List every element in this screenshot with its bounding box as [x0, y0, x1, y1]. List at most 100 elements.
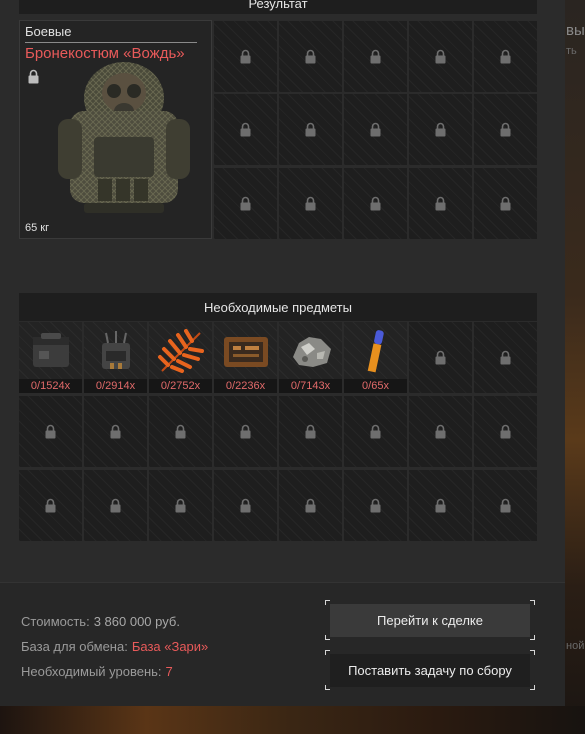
set-gather-task-button[interactable]: Поставить задачу по сбору — [330, 654, 530, 687]
item-count: 0/2914x — [84, 379, 147, 393]
locked-slot — [84, 396, 147, 467]
lock-icon — [109, 424, 122, 439]
locked-slot — [344, 168, 407, 239]
item-weight: 65 кг — [25, 222, 50, 234]
lock-icon — [239, 498, 252, 513]
ore-chunk-icon — [279, 322, 342, 379]
lock-icon — [499, 498, 512, 513]
locked-slot — [214, 168, 277, 239]
locked-slot — [474, 94, 537, 165]
base-value: База «Зари» — [131, 639, 209, 654]
locked-slot — [19, 470, 82, 541]
locked-slot — [279, 94, 342, 165]
lock-icon — [499, 49, 512, 64]
locked-slot — [474, 396, 537, 467]
locked-slot — [344, 470, 407, 541]
locked-slot — [344, 396, 407, 467]
locked-slot — [214, 94, 277, 165]
required-header: Необходимые предметы — [19, 293, 537, 321]
item-count: 0/2752x — [149, 379, 212, 393]
locked-slot — [149, 396, 212, 467]
cost-row: Стоимость: 3 860 000 руб. — [21, 614, 180, 629]
lock-icon — [434, 122, 447, 137]
required-title: Необходимые предметы — [204, 299, 352, 315]
locked-slot — [279, 470, 342, 541]
armor-suit-icon — [54, 53, 194, 226]
lock-icon — [174, 498, 187, 513]
locked-slot — [344, 21, 407, 92]
locked-slot — [279, 21, 342, 92]
set-gather-task-button-wrap: Поставить задачу по сбору — [325, 650, 535, 690]
background-text: ной — [566, 640, 585, 652]
corner-mark — [530, 635, 535, 640]
lock-icon — [499, 350, 512, 365]
lock-icon — [304, 498, 317, 513]
lock-icon — [434, 424, 447, 439]
locked-slot — [149, 470, 212, 541]
required-item-ammo-box[interactable]: 0/1524x — [19, 322, 82, 393]
locked-slot — [474, 470, 537, 541]
go-to-deal-button[interactable]: Перейти к сделке — [330, 604, 530, 637]
item-count: 0/7143x — [279, 379, 342, 393]
lock-icon — [304, 122, 317, 137]
locked-slot — [19, 396, 82, 467]
lock-icon — [239, 196, 252, 211]
base-label: База для обмена: — [21, 639, 128, 654]
lock-icon — [44, 424, 57, 439]
lock-icon — [369, 498, 382, 513]
game-background-right — [565, 0, 585, 734]
base-row: База для обмена: База «Зари» — [21, 639, 208, 654]
lock-icon — [434, 196, 447, 211]
lock-icon — [369, 196, 382, 211]
item-count: 0/65x — [344, 379, 407, 393]
locked-slot — [409, 21, 472, 92]
locked-slot — [214, 396, 277, 467]
lock-icon — [499, 122, 512, 137]
locked-slot — [409, 396, 472, 467]
go-to-deal-button-wrap: Перейти к сделке — [325, 600, 535, 640]
level-value: 7 — [165, 664, 173, 679]
lock-icon — [434, 49, 447, 64]
result-header: Результат — [19, 0, 537, 14]
locked-slot — [279, 396, 342, 467]
result-title: Результат — [248, 0, 308, 11]
corner-mark — [530, 685, 535, 690]
cost-label: Стоимость: — [21, 614, 90, 629]
lock-icon — [304, 49, 317, 64]
lock-icon — [44, 498, 57, 513]
locked-slot — [214, 21, 277, 92]
required-item-ore-chunk[interactable]: 0/7143x — [279, 322, 342, 393]
background-text: ть — [566, 45, 577, 57]
locked-slot — [214, 470, 277, 541]
result-item-slot[interactable]: Боевые Бронекостюм «Вождь» 65 кг — [19, 20, 212, 239]
lock-icon — [369, 424, 382, 439]
required-item-circuit-board[interactable]: 0/2236x — [214, 322, 277, 393]
lock-icon — [109, 498, 122, 513]
locked-slot — [409, 322, 472, 393]
footer-panel: Стоимость: 3 860 000 руб. База для обмена… — [0, 582, 565, 706]
lock-icon — [499, 424, 512, 439]
required-item-electronic-device[interactable]: 0/2914x — [84, 322, 147, 393]
locked-slot — [344, 94, 407, 165]
locked-slot — [474, 21, 537, 92]
level-row: Необходимый уровень: 7 — [21, 664, 173, 679]
lock-icon — [239, 49, 252, 64]
lock-icon — [369, 49, 382, 64]
lock-icon — [239, 424, 252, 439]
lock-icon — [434, 498, 447, 513]
required-item-orange-fern[interactable]: 0/2752x — [149, 322, 212, 393]
locked-slot — [279, 168, 342, 239]
lock-icon — [239, 122, 252, 137]
lock-icon — [369, 122, 382, 137]
background-text: вы — [566, 22, 585, 39]
required-item-cartridge[interactable]: 0/65x — [344, 322, 407, 393]
locked-slot — [409, 168, 472, 239]
lock-icon — [499, 196, 512, 211]
lock-icon — [27, 69, 40, 89]
ammo-box-icon — [19, 322, 82, 379]
level-label: Необходимый уровень: — [21, 664, 162, 679]
corner-mark — [530, 600, 535, 605]
locked-slot — [474, 322, 537, 393]
lock-icon — [174, 424, 187, 439]
locked-slot — [409, 94, 472, 165]
